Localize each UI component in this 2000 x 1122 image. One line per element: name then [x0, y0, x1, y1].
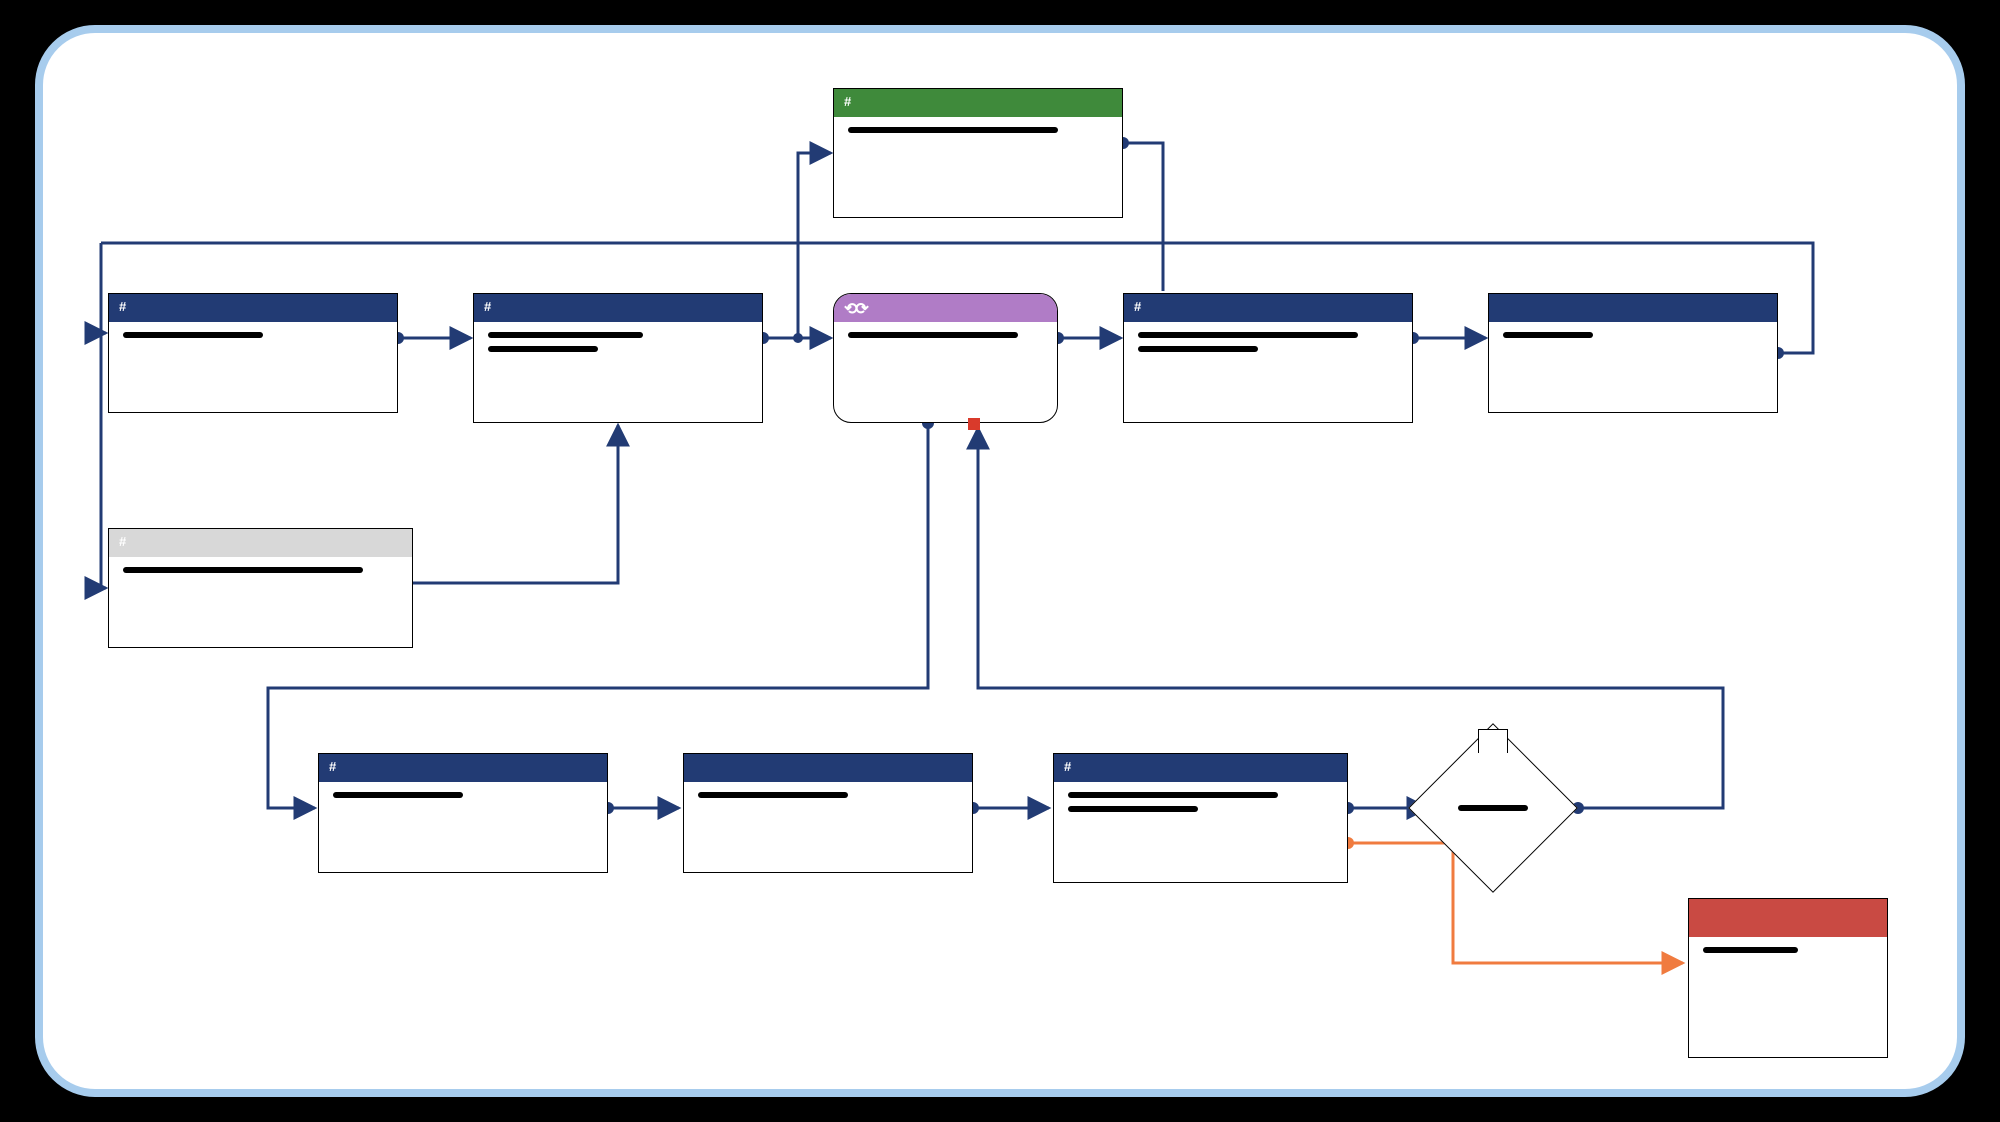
- node-comment[interactable]: #: [108, 528, 413, 648]
- text-line: [848, 127, 1058, 133]
- node-n2-header: #: [474, 294, 762, 322]
- node-error-body: [1689, 937, 1887, 971]
- text-line: [1138, 332, 1358, 338]
- node-n5-body: [1489, 322, 1777, 356]
- text-line: [123, 332, 263, 338]
- hash-label: #: [1134, 299, 1141, 314]
- node-decision[interactable]: [1408, 723, 1578, 893]
- edge-back-to-n1: [101, 243, 106, 333]
- stage: # # # ⟲⟳: [0, 0, 2000, 1122]
- node-n4-header: #: [1124, 294, 1412, 322]
- text-line: [333, 792, 463, 798]
- loop-icon: ⟲⟳: [844, 299, 867, 319]
- edge-start-down: [1123, 143, 1163, 291]
- text-line: [488, 332, 643, 338]
- node-n1-body: [109, 322, 397, 356]
- break-marker: [968, 418, 980, 430]
- text-line: [848, 332, 1018, 338]
- hash-label: #: [844, 94, 851, 109]
- text-line: [698, 792, 848, 798]
- text-line: [123, 567, 363, 573]
- hash-label: #: [119, 299, 126, 314]
- text-line: [1703, 947, 1798, 953]
- node-loop[interactable]: ⟲⟳: [833, 293, 1058, 423]
- text-line: [1068, 792, 1278, 798]
- text-line: [1503, 332, 1593, 338]
- node-n4[interactable]: #: [1123, 293, 1413, 423]
- node-b1-body: [319, 782, 607, 816]
- node-b3-body: [1054, 782, 1347, 830]
- node-n4-body: [1124, 322, 1412, 370]
- node-comment-body: [109, 557, 412, 591]
- node-n2[interactable]: #: [473, 293, 763, 423]
- hash-label: #: [484, 299, 491, 314]
- node-b2[interactable]: [683, 753, 973, 873]
- node-b2-header: [684, 754, 972, 782]
- decision-label: [1408, 723, 1578, 893]
- hash-label: #: [1064, 759, 1071, 774]
- node-n5-header: [1489, 294, 1777, 322]
- text-line: [1458, 805, 1528, 811]
- text-line: [1138, 346, 1258, 352]
- node-error-header: [1689, 899, 1887, 937]
- node-n1[interactable]: #: [108, 293, 398, 413]
- node-b2-body: [684, 782, 972, 816]
- node-start[interactable]: #: [833, 88, 1123, 218]
- edge-row-to-start: [798, 153, 831, 338]
- edge-comment-n2: [413, 425, 618, 583]
- node-start-body: [834, 117, 1122, 151]
- node-b3-header: #: [1054, 754, 1347, 782]
- edge-decision-back-loop: [978, 428, 1723, 808]
- edge-down-to-comment: [101, 333, 106, 588]
- node-n2-body: [474, 322, 762, 370]
- node-b1-header: #: [319, 754, 607, 782]
- diagram-frame: # # # ⟲⟳: [35, 25, 1965, 1097]
- node-n1-header: #: [109, 294, 397, 322]
- node-b3[interactable]: #: [1053, 753, 1348, 883]
- node-n5[interactable]: [1488, 293, 1778, 413]
- node-comment-header: #: [109, 529, 412, 557]
- node-error[interactable]: [1688, 898, 1888, 1058]
- junction-up: [793, 333, 803, 343]
- text-line: [488, 346, 598, 352]
- node-start-header: #: [834, 89, 1122, 117]
- node-b1[interactable]: #: [318, 753, 608, 873]
- hash-label: #: [329, 759, 336, 774]
- node-loop-header: ⟲⟳: [834, 294, 1057, 322]
- text-line: [1068, 806, 1198, 812]
- hash-label: #: [119, 534, 126, 549]
- node-loop-body: [834, 322, 1057, 356]
